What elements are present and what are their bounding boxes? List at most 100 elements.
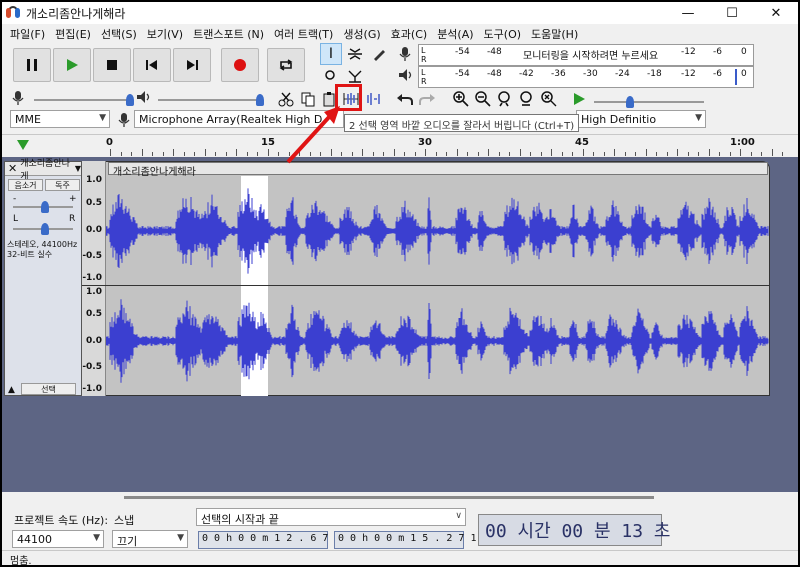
selection-start-time[interactable]: 0 0 h 0 0 m 1 2 . 6 7 5 s	[198, 531, 353, 549]
track-menu-arrow-icon[interactable]: ▼	[75, 164, 81, 173]
playback-volume-slider[interactable]	[158, 94, 264, 106]
meter-tick: -48	[487, 47, 502, 57]
pan-slider[interactable]	[13, 223, 73, 235]
play-meter-icon[interactable]	[398, 68, 414, 85]
clip-name[interactable]: 개소리좀안나게해라	[108, 162, 768, 178]
selection-mode-select[interactable]: 선택의 시작과 끝 ∨	[196, 508, 466, 526]
zoom-toggle-button[interactable]	[538, 88, 560, 110]
menu-transport[interactable]: 트랜스포트 (N)	[188, 26, 269, 42]
play-head-icon[interactable]	[16, 139, 30, 151]
play-speed-slider[interactable]	[594, 96, 704, 108]
envelope-icon	[348, 48, 362, 60]
meter-tick: -24	[615, 69, 630, 79]
timeline-ruler[interactable]: 0 15 30 45 1:00	[2, 134, 798, 156]
play-button[interactable]	[53, 48, 91, 82]
ruler-tick	[163, 152, 164, 156]
meter-l: L	[421, 46, 426, 55]
audio-host-select[interactable]: MME ▼	[10, 110, 110, 128]
transport-toolbar	[2, 44, 322, 86]
track-close-icon[interactable]: ✕	[5, 162, 20, 175]
minimize-button[interactable]: —	[666, 2, 710, 24]
title-bar: 개소리좀안나게해라 — ☐ ✕	[2, 2, 798, 24]
draw-tool[interactable]	[368, 43, 390, 65]
waveform-right-channel[interactable]	[106, 286, 769, 396]
annotation-arrow	[286, 106, 340, 164]
zoom-out-icon	[475, 91, 491, 107]
meter-tick: -48	[487, 69, 502, 79]
fit-selection-button[interactable]	[494, 88, 516, 110]
record-meter[interactable]: L R -54 -48 모니터링을 시작하려면 누르세요 -12 -6 0	[418, 44, 754, 66]
meter-tick: -6	[713, 69, 722, 79]
meter-tick: -42	[519, 69, 534, 79]
project-rate-select[interactable]: 44100 ▼	[12, 530, 104, 548]
menu-view[interactable]: 보기(V)	[142, 26, 188, 42]
redo-button[interactable]	[416, 88, 438, 110]
meter-tick: -30	[583, 69, 598, 79]
slider-knob[interactable]	[626, 96, 634, 108]
track-area[interactable]: ✕ 개소리좀안나게 ▼ 음소거 독주 - + L R 스테레오, 44100Hz…	[2, 157, 798, 492]
silence-audio-button[interactable]	[363, 88, 385, 110]
zoom-in-button[interactable]	[450, 88, 472, 110]
slider-knob[interactable]	[41, 201, 49, 213]
loop-button[interactable]	[267, 48, 305, 82]
ruler-label: 15	[261, 137, 275, 148]
menu-file[interactable]: 파일(F)	[5, 26, 50, 42]
menu-tools[interactable]: 도구(O)	[479, 26, 526, 42]
menu-analyze[interactable]: 분석(A)	[432, 26, 478, 42]
menu-generate[interactable]: 생성(G)	[338, 26, 385, 42]
slider-knob[interactable]	[126, 94, 134, 106]
envelope-tool[interactable]	[344, 43, 366, 65]
skip-start-button[interactable]	[133, 48, 171, 82]
collapse-icon[interactable]: ▲	[8, 385, 15, 395]
scale-label: 0.0	[86, 336, 102, 346]
scale-label: 1.0	[86, 175, 102, 185]
gain-slider[interactable]	[13, 201, 73, 213]
meter-tick: -12	[681, 47, 696, 57]
scale-label: 1.0	[86, 287, 102, 297]
audio-position-display[interactable]: 00 시간 00 분 13 초	[478, 514, 670, 546]
menu-select[interactable]: 선택(S)	[96, 26, 142, 42]
menu-edit[interactable]: 편집(E)	[50, 26, 96, 42]
horizontal-scrollbar[interactable]	[124, 496, 654, 499]
play-meter[interactable]: L R -54 -48 -42 -36 -30 -24 -18 -12 -6 0	[418, 66, 754, 88]
mute-button[interactable]: 음소거	[8, 179, 43, 191]
slider-knob[interactable]	[41, 223, 49, 235]
tooltip: 2 선택 영역 바깥 오디오를 잘라서 버립니다 (Ctrl+T)	[344, 114, 579, 132]
undo-button[interactable]	[394, 88, 416, 110]
meter-tick: -54	[455, 69, 470, 79]
close-button[interactable]: ✕	[754, 2, 798, 24]
ruler-tick	[614, 149, 615, 156]
skip-end-button[interactable]	[173, 48, 211, 82]
selection-tool[interactable]: I	[320, 43, 342, 65]
record-button[interactable]	[221, 48, 259, 82]
track-name-menu[interactable]: 개소리좀안나게	[20, 156, 75, 182]
recording-volume-slider[interactable]	[34, 94, 134, 106]
play-at-speed-button[interactable]	[568, 88, 590, 110]
menu-effect[interactable]: 효과(C)	[386, 26, 433, 42]
record-meter-icon[interactable]	[398, 46, 412, 65]
track-info: 스테레오, 44100Hz 32-비트 실수	[7, 240, 77, 260]
track-control-panel[interactable]: ✕ 개소리좀안나게 ▼ 음소거 독주 - + L R 스테레오, 44100Hz…	[4, 159, 82, 396]
stop-button[interactable]	[93, 48, 131, 82]
output-device-select[interactable]: High Definitio ▼	[576, 110, 706, 128]
pause-button[interactable]	[13, 48, 51, 82]
solo-button[interactable]: 독주	[45, 179, 80, 191]
fit-selection-icon	[498, 91, 510, 107]
ruler-label: 0	[106, 137, 113, 148]
fit-project-button[interactable]	[516, 88, 538, 110]
maximize-button[interactable]: ☐	[710, 2, 754, 24]
menu-tracks[interactable]: 여러 트랙(T)	[269, 26, 338, 42]
ruler-tick	[667, 152, 668, 156]
selection-end-time[interactable]: 0 0 h 0 0 m 1 5 . 2 7 1 s	[334, 531, 489, 549]
track-info-bits: 32-비트 실수	[7, 250, 53, 259]
ruler-tick	[226, 152, 227, 156]
ruler-tick	[688, 152, 689, 156]
ruler-label: 45	[575, 137, 589, 148]
menu-help[interactable]: 도움말(H)	[526, 26, 583, 42]
waveform-left-channel[interactable]	[106, 176, 769, 286]
slider-knob[interactable]	[256, 94, 264, 106]
mic-volume-icon	[12, 90, 24, 109]
snap-select[interactable]: 끄기 ▼	[112, 530, 188, 548]
zoom-out-button[interactable]	[472, 88, 494, 110]
select-track-button[interactable]: 선택	[21, 383, 76, 395]
